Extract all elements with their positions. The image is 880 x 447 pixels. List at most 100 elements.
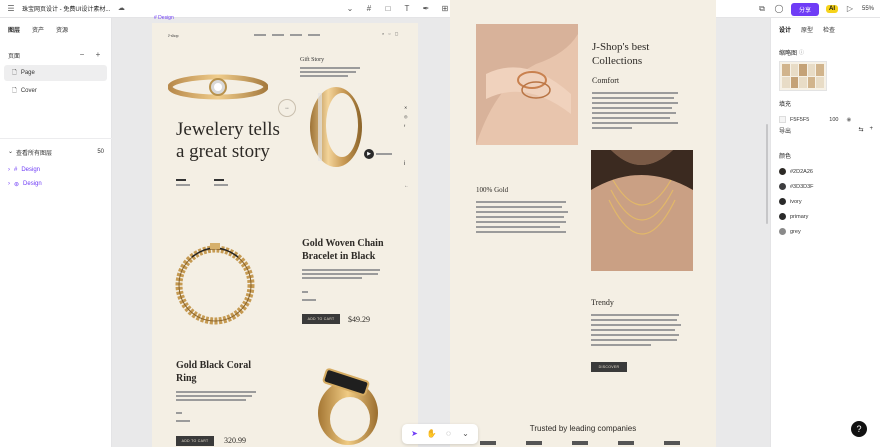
move-tool-icon[interactable]: ⌄	[345, 4, 355, 14]
eye-icon[interactable]: ◉	[846, 117, 851, 123]
frame-label[interactable]: # Design	[154, 15, 174, 21]
layer-item-design[interactable]: › ⊛ Design	[0, 177, 112, 191]
play-video-icon[interactable]: ▶	[364, 149, 374, 159]
menu-icon[interactable]: ☰	[6, 4, 16, 14]
nav-link[interactable]	[254, 34, 266, 36]
notification-icon[interactable]: ⧉	[757, 4, 767, 14]
canvas-scrollbar[interactable]	[766, 124, 768, 224]
avatar-icon[interactable]: ◯	[774, 4, 784, 14]
thumbnail-preview[interactable]	[779, 61, 827, 91]
nav-link[interactable]	[290, 34, 302, 36]
topbar-actions: ⧉ ◯ 分享 AI ▷ 55%	[757, 2, 874, 16]
info-icon[interactable]: ⓘ	[799, 49, 804, 56]
tab-resources[interactable]: 资源	[56, 25, 68, 34]
text-line	[592, 112, 676, 114]
page-label: Cover	[20, 88, 37, 94]
fill-opacity[interactable]: 100	[829, 117, 838, 123]
text-line	[176, 391, 256, 393]
color-item[interactable]: primary	[771, 209, 880, 224]
nav-link[interactable]	[308, 34, 320, 36]
text-line	[592, 127, 632, 129]
cart-icon[interactable]: ▢	[395, 31, 399, 36]
tab-assets[interactable]: 资产	[32, 25, 44, 34]
color-list: #2D2A26 #3D3D3F ivory primary grey	[771, 164, 880, 239]
layers-count: 50	[97, 149, 104, 155]
text-line	[476, 216, 564, 218]
add-page-icon[interactable]: +	[93, 50, 103, 60]
instagram-icon[interactable]: ◎	[404, 114, 408, 119]
color-name: grey	[790, 228, 801, 235]
search-icon[interactable]: ⌕	[382, 31, 384, 36]
hand-tool-icon[interactable]: ✋	[427, 429, 437, 439]
collapse-icon[interactable]: −	[77, 50, 87, 60]
pages-header: 页面 − +	[0, 49, 111, 61]
color-item[interactable]: #3D3D3F	[771, 179, 880, 194]
add-to-cart-button[interactable]: ADD TO CART	[302, 314, 340, 324]
product-title: Gold Black Coral Ring	[176, 360, 252, 384]
stat-value	[214, 179, 224, 181]
social-icons: ✕ ◎ f	[404, 105, 408, 128]
text-line	[302, 269, 380, 271]
cursor-tool-icon[interactable]: ➤	[410, 429, 420, 439]
frame-tool-icon[interactable]: #	[364, 4, 374, 14]
circle-badge[interactable]: •••	[278, 99, 296, 117]
text-line	[591, 329, 675, 331]
text-line	[592, 117, 670, 119]
help-icon[interactable]: ?	[851, 421, 867, 437]
text-line	[376, 153, 392, 155]
color-swatch	[779, 183, 786, 190]
tab-layers[interactable]: 图层	[8, 25, 20, 34]
gift-story-label: Gift Story	[300, 57, 325, 63]
brand-logo[interactable]: J-shop	[168, 33, 178, 38]
layers-label[interactable]: ⌄ 查看所有图层	[8, 148, 52, 157]
color-item[interactable]: grey	[771, 224, 880, 239]
play-icon[interactable]: ▷	[845, 4, 855, 14]
breadcrumb[interactable]: 珠宝网页设计 - 免费UI设计素材...	[22, 4, 110, 13]
user-icon[interactable]: ○	[388, 31, 390, 36]
tab-design[interactable]: 设计	[779, 25, 791, 34]
color-swatch	[779, 198, 786, 205]
info-icon[interactable]: i	[404, 161, 405, 167]
text-line	[591, 334, 679, 336]
shape-tool-icon[interactable]: □	[383, 4, 393, 14]
zoom-level[interactable]: 55%	[862, 6, 874, 12]
pen-tool-icon[interactable]: ✒	[421, 4, 431, 14]
tab-prototype[interactable]: 原型	[801, 25, 813, 34]
divider	[0, 138, 112, 139]
layer-item-design[interactable]: › # Design	[0, 163, 112, 177]
twitter-icon[interactable]: ✕	[404, 105, 408, 110]
settings-icon[interactable]: ⇆	[858, 126, 863, 135]
layer-label: Design	[21, 167, 41, 173]
image-tool-icon[interactable]: ⊞	[440, 4, 450, 14]
export-section: 导出 ⇆ +	[771, 126, 880, 135]
share-button[interactable]: 分享	[790, 2, 819, 16]
nav-link[interactable]	[272, 34, 284, 36]
facebook-icon[interactable]: f	[404, 123, 408, 128]
arrow-left-icon[interactable]: ←	[404, 183, 409, 189]
comment-tool-icon[interactable]: ◌	[444, 429, 454, 439]
text-tool-icon[interactable]: T	[402, 4, 412, 14]
top-toolbar: ☰ 珠宝网页设计 - 免费UI设计素材... ☁ ⌄ # □ T ✒ ⊞ ❖ ↺…	[0, 0, 880, 18]
page-item-page[interactable]: 🗋 Page	[4, 65, 107, 81]
fill-hex[interactable]: F5F5F5	[790, 117, 809, 123]
text-line	[302, 291, 308, 293]
fill-swatch[interactable]	[779, 116, 786, 123]
design-frame-right[interactable]: J-Shop's best Collections Comfort 100% G…	[450, 0, 716, 447]
add-export-icon[interactable]: +	[869, 126, 873, 135]
stat-label	[176, 184, 190, 186]
more-icon[interactable]: ⌄	[461, 429, 471, 439]
color-item[interactable]: #2D2A26	[771, 164, 880, 179]
trusted-heading: Trusted by leading companies	[529, 424, 637, 433]
text-line	[476, 221, 566, 223]
text-line	[300, 71, 356, 73]
tab-inspect[interactable]: 检查	[823, 25, 835, 34]
add-to-cart-button[interactable]: ADD TO CART	[176, 436, 214, 446]
discover-button[interactable]: DISCOVER	[591, 362, 627, 372]
design-frame-left[interactable]: J-shop ⌕ ○ ▢ Gift Story ••• ✕ ◎ f ▶ i Je…	[152, 23, 418, 447]
page-item-cover[interactable]: 🗋 Cover	[4, 83, 107, 99]
color-item[interactable]: ivory	[771, 194, 880, 209]
left-tabs: 图层 资产 资源	[0, 18, 111, 34]
export-label: 导出	[779, 129, 792, 135]
ai-button[interactable]: AI	[825, 5, 838, 13]
fill-row[interactable]: F5F5F5 100 ◉	[771, 116, 880, 123]
